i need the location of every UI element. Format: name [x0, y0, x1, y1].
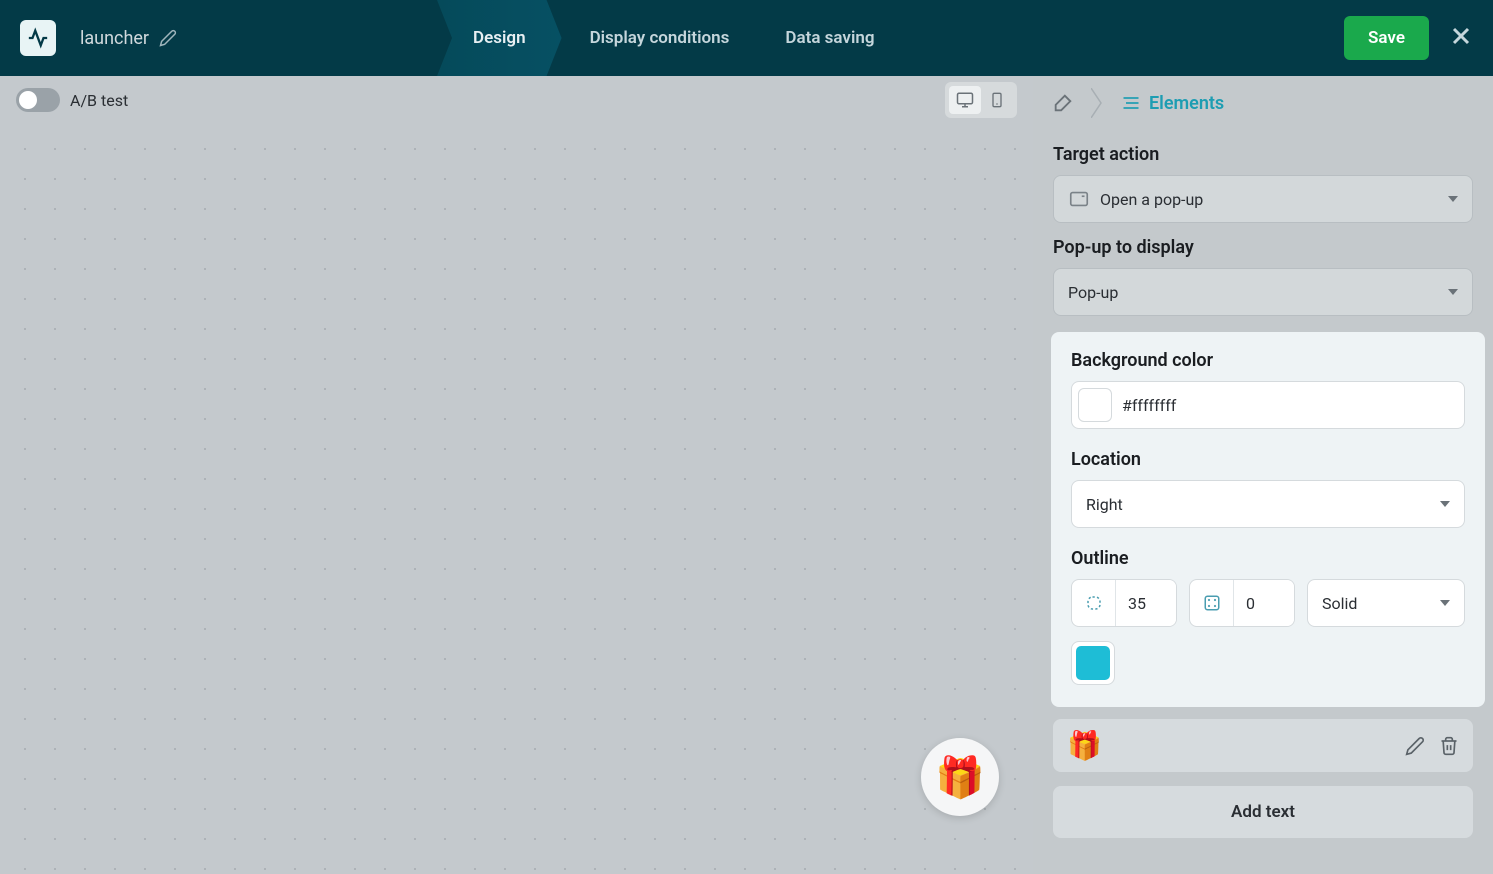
chevron-down-icon — [1440, 600, 1450, 606]
device-switch — [945, 82, 1017, 118]
background-color-swatch[interactable] — [1078, 388, 1112, 422]
project-name[interactable]: launcher — [80, 28, 177, 49]
outline-color-swatch — [1076, 646, 1110, 680]
image-row-actions — [1405, 736, 1459, 756]
separator-icon — [1091, 88, 1103, 118]
outline-width-input[interactable] — [1234, 580, 1294, 626]
background-color-input[interactable] — [1071, 381, 1465, 429]
gift-icon: 🎁 — [935, 754, 985, 801]
outline-color-picker[interactable] — [1071, 641, 1115, 685]
canvas-area: A/B test 🎁 — [0, 76, 1033, 874]
edit-icon[interactable] — [159, 29, 177, 47]
panel-tab-style[interactable] — [1043, 83, 1083, 123]
device-mobile-button[interactable] — [981, 86, 1013, 114]
desktop-icon — [956, 91, 974, 109]
background-color-label: Background color — [1071, 350, 1465, 371]
tab-design[interactable]: Design — [437, 0, 562, 76]
main-area: A/B test 🎁 — [0, 76, 1493, 874]
paintbrush-icon — [1052, 92, 1074, 114]
ab-test-toggle[interactable] — [16, 88, 60, 112]
add-text-button[interactable]: Add text — [1053, 786, 1473, 838]
popup-icon — [1068, 188, 1090, 210]
target-action-select[interactable]: Open a pop-up — [1053, 175, 1473, 223]
outline-width-group — [1189, 579, 1295, 627]
edit-icon[interactable] — [1405, 736, 1425, 756]
outline-style-select[interactable]: Solid — [1307, 579, 1465, 627]
chevron-down-icon — [1448, 196, 1458, 202]
outline-label: Outline — [1071, 548, 1465, 569]
outline-radius-group — [1071, 579, 1177, 627]
location-select[interactable]: Right — [1071, 480, 1465, 528]
tab-display-conditions[interactable]: Display conditions — [562, 0, 758, 76]
chevron-down-icon — [1440, 501, 1450, 507]
location-label: Location — [1071, 449, 1465, 470]
ab-test-control: A/B test — [16, 88, 128, 112]
close-button[interactable] — [1449, 22, 1473, 55]
save-button[interactable]: Save — [1344, 16, 1429, 60]
style-settings-section: Background color Location Right Outline — [1051, 332, 1485, 707]
mobile-icon — [989, 92, 1005, 108]
right-panel: Elements Target action Open a pop-up Pop… — [1033, 76, 1493, 874]
delete-icon[interactable] — [1439, 736, 1459, 756]
chevron-down-icon — [1448, 289, 1458, 295]
target-action-label: Target action — [1053, 144, 1473, 165]
gift-icon: 🎁 — [1067, 729, 1102, 762]
app-header: launcher Design Display conditions Data … — [0, 0, 1493, 76]
image-layer-row[interactable]: 🎁 — [1053, 719, 1473, 772]
device-desktop-button[interactable] — [949, 86, 981, 114]
popup-to-display-label: Pop-up to display — [1053, 237, 1473, 258]
outline-radius-input[interactable] — [1116, 580, 1176, 626]
header-tabs: Design Display conditions Data saving — [437, 0, 903, 76]
popup-to-display-select[interactable]: Pop-up — [1053, 268, 1473, 316]
app-logo — [20, 20, 56, 56]
panel-tabs: Elements — [1033, 76, 1493, 130]
outline-controls: Solid — [1071, 579, 1465, 627]
launcher-preview[interactable]: 🎁 — [921, 738, 999, 816]
background-color-text[interactable] — [1122, 396, 1452, 415]
ab-test-label: A/B test — [70, 91, 128, 110]
canvas-toolbar: A/B test — [0, 76, 1033, 124]
elements-icon — [1121, 93, 1141, 113]
border-width-icon — [1190, 580, 1234, 626]
border-radius-icon — [1072, 580, 1116, 626]
panel-tab-elements[interactable]: Elements — [1121, 93, 1224, 114]
design-canvas[interactable] — [0, 124, 1033, 874]
tab-data-saving[interactable]: Data saving — [757, 0, 902, 76]
panel-content: Target action Open a pop-up Pop-up to di… — [1033, 130, 1493, 858]
